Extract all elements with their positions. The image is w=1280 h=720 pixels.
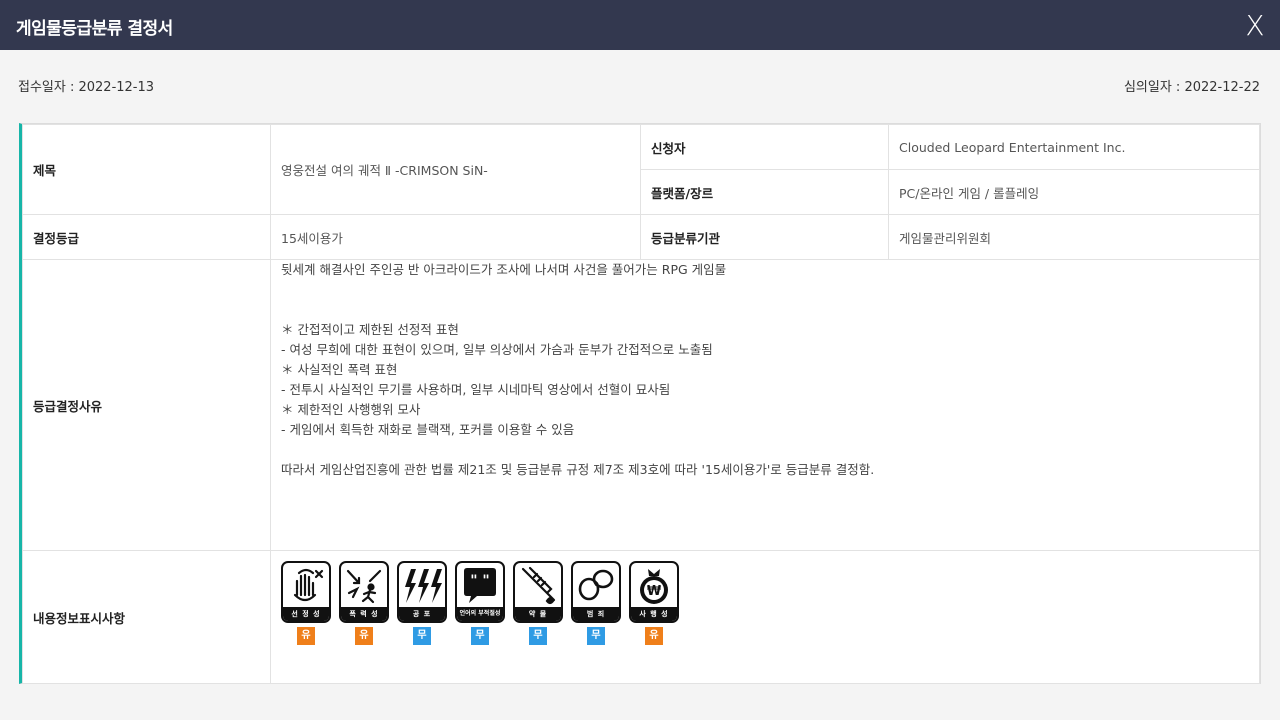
content-item-crime: 범 죄 무 [571, 561, 621, 645]
content-item-language: " " 언어의 부적절성 무 [455, 561, 505, 645]
content-item-sexuality: 선 정 성 유 [281, 561, 331, 645]
content-label: 내용정보표시사항 [22, 550, 271, 684]
decision-card: 제목 영웅전설 여의 궤적 Ⅱ -CRIMSON SiN- 신청자 Cloude… [19, 123, 1261, 684]
rating-value: 15세이용가 [270, 214, 641, 260]
svg-text:₩: ₩ [647, 584, 662, 599]
icon-caption: 사 행 성 [631, 607, 677, 621]
icon-caption: 선 정 성 [283, 607, 329, 621]
icon-caption: 폭 력 성 [341, 607, 387, 621]
applicant-value: Clouded Leopard Entertainment Inc. [888, 124, 1260, 170]
violence-icon: 폭 력 성 [339, 561, 389, 623]
title-label: 제목 [22, 124, 271, 215]
svg-text:" ": " " [470, 573, 489, 589]
icon-caption: 약 물 [515, 607, 561, 621]
close-button[interactable]: X [1230, 0, 1280, 50]
received-date: 접수일자 : 2022-12-13 [18, 80, 155, 95]
agency-value: 게임물관리위원회 [888, 214, 1260, 260]
reason-text: 뒷세계 해결사인 주인공 반 아크라이드가 조사에 나서며 사건을 풀어가는 R… [270, 259, 1260, 551]
reason-line: 따라서 게임산업진흥에 관한 법률 제21조 및 등급분류 규정 제7조 제3호… [281, 462, 875, 477]
content-item-violence: 폭 력 성 유 [339, 561, 389, 645]
review-date: 심의일자 : 2022-12-22 [1123, 80, 1260, 95]
violence-badge: 유 [355, 627, 373, 645]
language-icon: " " 언어의 부적절성 [455, 561, 505, 623]
language-badge: 무 [471, 627, 489, 645]
reason-line [281, 300, 1249, 320]
gambling-icon: ₩ 사 행 성 [629, 561, 679, 623]
content-icons: 선 정 성 유 폭 력 성 유 공 포 무 " " 언어의 부적절성 무 약 물… [281, 551, 1249, 645]
drug-icon: 약 물 [513, 561, 563, 623]
gambling-badge: 유 [645, 627, 663, 645]
reason-line [281, 280, 1249, 300]
title-value: 영웅전설 여의 궤적 Ⅱ -CRIMSON SiN- [270, 124, 641, 215]
crime-icon: 범 죄 [571, 561, 621, 623]
window-title: 게임물등급분류 결정서 [16, 19, 173, 39]
fear-icon: 공 포 [397, 561, 447, 623]
decision-table: 제목 영웅전설 여의 궤적 Ⅱ -CRIMSON SiN- 신청자 Cloude… [22, 124, 1260, 684]
window-titlebar: 게임물등급분류 결정서 X [0, 0, 1280, 50]
icon-caption: 언어의 부적절성 [457, 607, 503, 621]
rating-label: 결정등급 [22, 214, 271, 260]
reason-line: ＊ 제한적인 사행행위 모사 [281, 402, 421, 417]
reason-line: - 여성 무희에 대한 표현이 있으며, 일부 의상에서 가슴과 둔부가 간접적… [281, 342, 713, 357]
reason-line: ＊ 사실적인 폭력 표현 [281, 362, 398, 377]
crime-badge: 무 [587, 627, 605, 645]
reason-line [281, 440, 1249, 460]
agency-label: 등급분류기관 [640, 214, 889, 260]
drug-badge: 무 [529, 627, 547, 645]
content-item-fear: 공 포 무 [397, 561, 447, 645]
icon-caption: 범 죄 [573, 607, 619, 621]
reason-line: ＊ 간접적이고 제한된 선정적 표현 [281, 322, 459, 337]
platform-value: PC/온라인 게임 / 롤플레잉 [888, 169, 1260, 215]
reason-line: 뒷세계 해결사인 주인공 반 아크라이드가 조사에 나서며 사건을 풀어가는 R… [281, 262, 727, 277]
sexuality-icon: 선 정 성 [281, 561, 331, 623]
date-bar: 접수일자 : 2022-12-13 심의일자 : 2022-12-22 [18, 76, 1260, 96]
sexuality-badge: 유 [297, 627, 315, 645]
content-item-gambling: ₩ 사 행 성 유 [629, 561, 679, 645]
content-item-drug: 약 물 무 [513, 561, 563, 645]
platform-label: 플랫폼/장르 [640, 169, 889, 215]
content-icons-cell: 선 정 성 유 폭 력 성 유 공 포 무 " " 언어의 부적절성 무 약 물… [270, 550, 1260, 684]
applicant-label: 신청자 [640, 124, 889, 170]
reason-line: - 게임에서 획득한 재화로 블랙잭, 포커를 이용할 수 있음 [281, 422, 575, 437]
icon-caption: 공 포 [399, 607, 445, 621]
fear-badge: 무 [413, 627, 431, 645]
reason-line: - 전투시 사실적인 무기를 사용하며, 일부 시네마틱 영상에서 선혈이 묘사… [281, 382, 671, 397]
reason-label: 등급결정사유 [22, 259, 271, 551]
